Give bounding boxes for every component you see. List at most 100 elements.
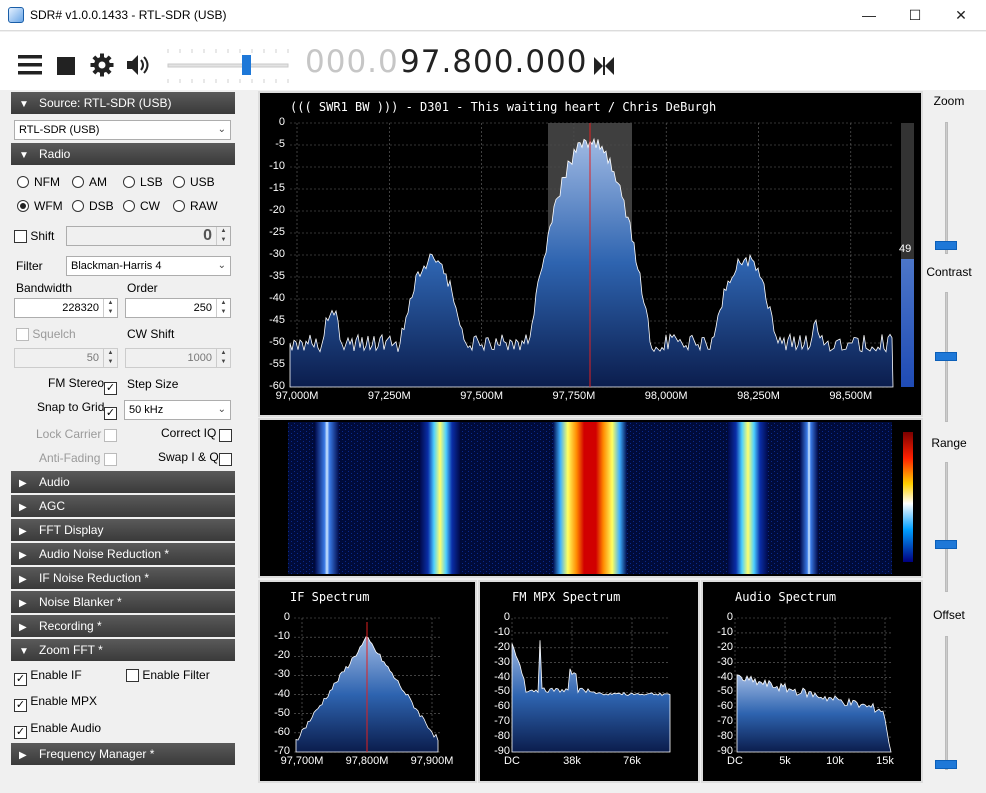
mode-wfm[interactable]: WFM: [17, 199, 63, 213]
offset-slider-track[interactable]: [945, 636, 948, 770]
y-tick-label: -50: [274, 706, 290, 719]
fmstereo-checkbox[interactable]: ✓: [104, 377, 117, 395]
tune-step-icon[interactable]: [593, 56, 615, 80]
recording-panel-header[interactable]: ▶ Recording *: [11, 615, 235, 637]
chevron-down-icon: ⌄: [217, 124, 226, 135]
mode-nfm[interactable]: NFM: [17, 175, 60, 189]
zoom-fft-panel-header[interactable]: ▼ Zoom FFT *: [11, 639, 235, 661]
audio-trace: [736, 674, 892, 753]
swapiq-checkbox[interactable]: [219, 452, 232, 466]
shift-checkbox[interactable]: Shift: [14, 229, 54, 243]
checkmark-icon: ✓: [14, 726, 27, 739]
maximize-button[interactable]: ☐: [892, 0, 938, 31]
fft-display-panel-header[interactable]: ▶ FFT Display: [11, 519, 235, 541]
x-tick-label: DC: [504, 755, 520, 767]
squelch-value: 50: [86, 352, 99, 364]
y-tick-label: -70: [494, 715, 510, 728]
expand-arrow-icon: ▶: [19, 622, 27, 633]
shift-input[interactable]: 0 ▲ ▼: [66, 226, 231, 246]
audio-noise-reduction-panel-header[interactable]: ▶ Audio Noise Reduction *: [11, 543, 235, 565]
zoom-label: Zoom: [933, 94, 965, 108]
spin-arrows-icon[interactable]: ▲ ▼: [103, 349, 117, 367]
agc-panel-header[interactable]: ▶ AGC: [11, 495, 235, 517]
rds-text: ((( SWR1 BW ))) - D301 - This waiting he…: [290, 100, 717, 114]
frequency-leading-digits[interactable]: 000.0: [305, 44, 399, 80]
panel-label: AGC: [39, 499, 66, 513]
if-spectrum[interactable]: IF Spectrum 0 -10 -20 -30 -40 -50 -60 -70 97,700…: [258, 580, 477, 783]
snr-value: 49: [899, 243, 912, 255]
spectrum-analyzer[interactable]: ((( SWR1 BW ))) - D301 - This waiting he…: [258, 91, 923, 417]
contrast-slider-thumb[interactable]: [935, 352, 957, 361]
chevron-down-icon: ⌄: [217, 260, 226, 271]
spin-arrows-icon[interactable]: ▲ ▼: [216, 299, 230, 317]
stop-icon[interactable]: [57, 56, 75, 80]
enable-mpx-checkbox[interactable]: ✓ Enable MPX: [14, 694, 97, 712]
expand-arrow-icon: ▶: [19, 550, 27, 561]
x-tick-label: 97,750M: [552, 390, 596, 402]
x-tick-label: 76k: [623, 755, 641, 767]
cwshift-input[interactable]: 1000 ▲ ▼: [125, 348, 231, 368]
squelch-input[interactable]: 50 ▲ ▼: [14, 348, 118, 368]
filter-select[interactable]: Blackman-Harris 4 ⌄: [66, 256, 231, 276]
bandwidth-input[interactable]: 228320 ▲ ▼: [14, 298, 118, 318]
x-tick-label: 97,500M: [460, 390, 503, 402]
source-device-select[interactable]: RTL-SDR (USB) ⌄: [14, 120, 231, 140]
snap-checkbox[interactable]: ✓: [104, 402, 117, 420]
speaker-icon[interactable]: [125, 53, 151, 77]
mode-usb[interactable]: USB: [173, 175, 215, 189]
menu-icon[interactable]: [17, 53, 43, 77]
mpx-spectrum[interactable]: FM MPX Spectrum 0 -10 -20 -30 -40 -50 -60 -70 -8…: [478, 580, 700, 783]
mode-cw[interactable]: CW: [123, 199, 160, 213]
spin-arrows-icon[interactable]: ▲ ▼: [216, 349, 230, 367]
waterfall-display[interactable]: [258, 418, 923, 578]
x-tick-label: 98,000M: [644, 390, 688, 402]
step-size-select[interactable]: 50 kHz ⌄: [124, 400, 231, 420]
close-button[interactable]: ✕: [938, 0, 984, 31]
mode-dsb[interactable]: DSB: [72, 199, 114, 213]
x-tick-label: 97,900M: [410, 755, 454, 767]
audio-panel-header[interactable]: ▶ Audio: [11, 471, 235, 493]
enable-audio-checkbox[interactable]: ✓ Enable Audio: [14, 721, 101, 739]
squelch-checkbox[interactable]: Squelch: [16, 327, 76, 341]
order-value: 250: [193, 302, 212, 314]
correctiq-label: Correct IQ: [161, 426, 217, 440]
if-spectrum-title: IF Spectrum: [290, 590, 370, 604]
noise-blanker-panel-header[interactable]: ▶ Noise Blanker *: [11, 591, 235, 613]
volume-slider[interactable]: [166, 46, 292, 86]
correctiq-checkbox[interactable]: [219, 428, 232, 442]
enable-if-checkbox[interactable]: ✓ Enable IF: [14, 668, 82, 686]
spin-arrows-icon[interactable]: ▲ ▼: [216, 227, 230, 245]
zoom-slider-thumb[interactable]: [935, 241, 957, 250]
spin-arrows-icon[interactable]: ▲ ▼: [103, 299, 117, 317]
frequency-display[interactable]: 97.800.000: [400, 44, 588, 80]
collapse-arrow-icon: ▼: [19, 646, 29, 657]
audio-spectrum-plot: [734, 617, 893, 753]
y-tick-label: -25: [269, 226, 285, 238]
panel-label: Noise Blanker *: [39, 595, 122, 609]
lockcarrier-checkbox[interactable]: [104, 428, 117, 442]
mode-am[interactable]: AM: [72, 175, 107, 189]
offset-slider-thumb[interactable]: [935, 760, 957, 769]
enable-mpx-label: Enable MPX: [30, 694, 98, 708]
gear-icon[interactable]: [90, 53, 114, 77]
audio-spectrum[interactable]: Audio Spectrum 0 -10 -20 -30 -40 -50 -60 -70 -80…: [701, 580, 923, 783]
enable-filter-checkbox[interactable]: Enable Filter: [126, 668, 210, 682]
x-tick-label: 5k: [779, 755, 791, 767]
frequency-manager-panel-header[interactable]: ▶ Frequency Manager *: [11, 743, 235, 765]
source-panel-header[interactable]: ▼ Source: RTL-SDR (USB): [11, 92, 235, 114]
y-tick-label: -20: [269, 204, 285, 216]
range-slider-thumb[interactable]: [935, 540, 957, 549]
mode-lsb[interactable]: LSB: [123, 175, 163, 189]
if-noise-reduction-panel-header[interactable]: ▶ IF Noise Reduction *: [11, 567, 235, 589]
stepsize-label: Step Size: [127, 377, 179, 391]
radio-panel-header[interactable]: ▼ Radio: [11, 143, 235, 165]
y-tick-label: -35: [269, 270, 285, 282]
checkbox-box: [16, 328, 29, 341]
mode-raw[interactable]: RAW: [173, 199, 218, 213]
antifading-checkbox[interactable]: [104, 452, 117, 466]
range-slider-track[interactable]: [945, 462, 948, 592]
order-input[interactable]: 250 ▲ ▼: [125, 298, 231, 318]
zoom-slider-track[interactable]: [945, 122, 948, 254]
minimize-button[interactable]: —: [846, 0, 892, 31]
swapiq-label: Swap I & Q: [158, 450, 219, 464]
